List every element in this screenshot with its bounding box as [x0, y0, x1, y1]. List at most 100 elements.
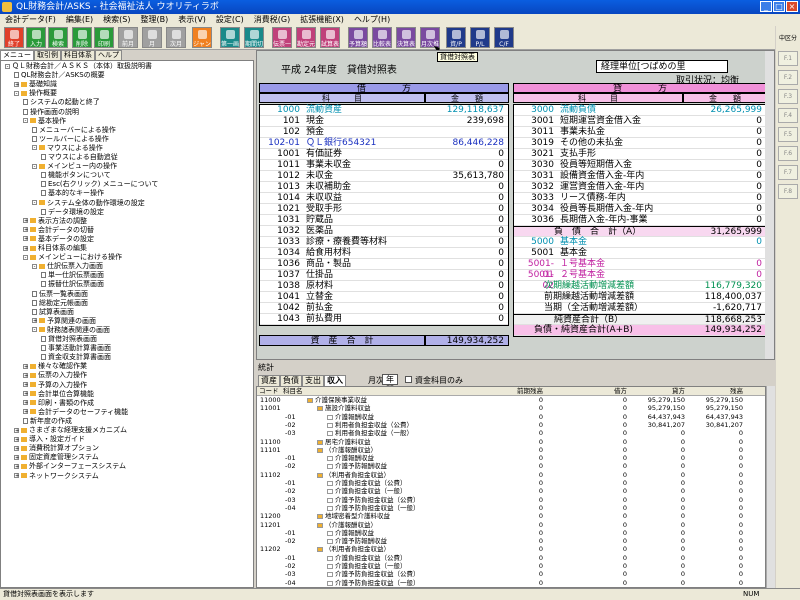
close-button[interactable]: × [786, 1, 798, 12]
toolbar-button-18[interactable]: 資/P [446, 27, 466, 48]
right-panel-button-7[interactable]: F.7 [778, 165, 798, 180]
tree-node[interactable]: 試算表画面 [32, 308, 74, 316]
menu-item-7[interactable]: 拡張機能(X) [295, 14, 349, 26]
account-row[interactable]: 101 現金 239,698 [260, 116, 508, 127]
toolbar-button-13[interactable]: 試算表 [320, 27, 340, 48]
expand-icon[interactable]: + [14, 463, 19, 469]
account-row[interactable]: 1033 診療・療養費等材料 0 [260, 237, 508, 248]
expand-icon[interactable]: + [14, 436, 19, 442]
account-row[interactable]: 3030 役員等短期借入金 0 [514, 160, 766, 171]
collapse-icon[interactable]: - [32, 145, 37, 151]
account-row[interactable]: 5000 基本金 0 [514, 237, 766, 248]
account-row[interactable]: 102-01 ＱＬ銀行654321 86,446,228 [260, 138, 508, 149]
expand-icon[interactable]: + [23, 245, 28, 251]
grid-row[interactable]: 11101 （介護報酬収益） 0 0 0 0 [257, 447, 765, 454]
account-row[interactable]: 3011 事業未払金 0 [514, 127, 766, 138]
tree-node[interactable]: - マウスによる操作 [32, 144, 103, 152]
grid-row[interactable]: -03 介護予防負担金収益（公費） 0 0 0 0 [257, 571, 765, 578]
account-row[interactable]: 3032 運営資金借入金-年内 0 [514, 182, 766, 193]
grid-row[interactable]: 11202 （利用者負担金収益） 0 0 0 0 [257, 546, 765, 553]
tree-node[interactable]: 資金収支計算書画面 [41, 353, 111, 361]
expand-icon[interactable]: + [23, 372, 28, 378]
tree-node[interactable]: + 表示方法の調整 [23, 217, 87, 225]
account-row[interactable]: 3034 役員等長期借入金-年内 0 [514, 204, 766, 215]
grid-row[interactable]: -01 介護報酬収益 0 0 0 0 [257, 530, 765, 537]
tree-node[interactable]: - 財務諸表関連の画面 [32, 326, 110, 334]
menu-item-8[interactable]: ヘルプ(H) [349, 14, 395, 26]
collapse-icon[interactable]: - [32, 200, 37, 206]
right-panel-button-8[interactable]: F.8 [778, 184, 798, 199]
tree-node[interactable]: + 印刷・書類の作成 [23, 399, 94, 407]
tree-node[interactable]: - 操作概要 [14, 89, 57, 97]
tree-node[interactable]: 事業活動計算書画面 [41, 344, 111, 352]
account-row[interactable]: 1013 未収補助金 0 [260, 182, 508, 193]
toolbar-button-1[interactable]: 入力 [26, 27, 46, 48]
account-row[interactable]: 次期繰越活動増減差額 116,779,320 [514, 281, 766, 292]
account-row[interactable]: 1000 流動資産 129,118,637 [260, 105, 508, 116]
account-row[interactable]: 当期（全活動増減差額） -1,620,717 [514, 303, 766, 314]
right-panel-button-2[interactable]: F.2 [778, 70, 798, 85]
right-panel-button-0[interactable]: 中区分 [778, 32, 798, 47]
expand-icon[interactable]: + [32, 318, 37, 324]
tree-node[interactable]: 総勘定元帳画面 [32, 299, 88, 307]
account-row[interactable]: 1014 未収収益 0 [260, 193, 508, 204]
expand-icon[interactable]: + [23, 391, 28, 397]
tree-node[interactable]: システムの起動と終了 [23, 98, 100, 106]
grid-col-header-0[interactable]: コード [259, 387, 279, 396]
report-scrollbar[interactable] [765, 51, 774, 359]
account-row[interactable]: 5001-02 ２号基本金 0 [514, 270, 766, 291]
grid-scrollbar[interactable] [766, 386, 775, 588]
grid-row[interactable]: 11001 施設介護料収益 0 0 95,279,150 95,279,150 [257, 405, 765, 412]
account-row[interactable]: 3033 リース債務-年内 0 [514, 193, 766, 204]
tree-node[interactable]: + 様々な確認作業 [23, 362, 87, 370]
menu-item-4[interactable]: 表示(V) [173, 14, 211, 26]
left-tab-3[interactable]: ヘルプ [95, 50, 122, 60]
grid-row[interactable]: -02 介護負担金収益（一般） 0 0 0 0 [257, 488, 765, 495]
toolbar-button-11[interactable]: 伝票一覧 [272, 27, 292, 48]
expand-icon[interactable]: + [14, 81, 19, 87]
expand-icon[interactable]: + [23, 236, 28, 242]
grid-row[interactable]: 11200 地域密着型介護料収益 0 0 0 0 [257, 513, 765, 520]
account-row[interactable]: 前期繰越活動増減差額 118,400,037 [514, 292, 766, 303]
right-panel-button-1[interactable]: F.1 [778, 51, 798, 66]
tree-node[interactable]: - メインビュー内の操作 [32, 162, 117, 170]
toolbar-button-5[interactable]: 前月 [118, 27, 138, 48]
grid-row[interactable]: 11100 居宅介護料収益 0 0 0 0 [257, 438, 765, 446]
tree-node[interactable]: 伝票一覧表画面 [32, 290, 88, 298]
tree-node[interactable]: + 固定資産管理システム [14, 453, 99, 461]
toolbar-button-9[interactable]: 第一画面 [220, 27, 240, 48]
tree-node[interactable]: + 予算関連の画面 [32, 317, 96, 325]
account-row[interactable]: 1001 有価証券 0 [260, 149, 508, 160]
account-row[interactable]: 3036 長期借入金-年内-事業 0 [514, 215, 766, 226]
grid-row[interactable]: -01 介護負担金収益（公費） 0 0 0 0 [257, 555, 765, 562]
account-row[interactable]: 1037 仕掛品 0 [260, 270, 508, 281]
month-select[interactable]: 年間 [382, 374, 398, 394]
tree-node[interactable]: + 科目体系の編集 [23, 244, 87, 252]
grid-col-header-5[interactable]: 残高 [730, 387, 743, 396]
toolbar-button-4[interactable]: 印刷 [94, 27, 114, 48]
expand-icon[interactable]: + [23, 363, 28, 369]
tree-node[interactable]: 新年度の作成 [23, 417, 72, 425]
tree-node[interactable]: 単一仕訳伝票画面 [41, 271, 104, 279]
grid-row[interactable]: -04 介護予防負担金収益（一般） 0 0 0 0 [257, 579, 765, 587]
toolbar-button-19[interactable]: P/L [470, 27, 490, 48]
toolbar-button-3[interactable]: 削除 [72, 27, 92, 48]
tree-node[interactable]: + ネットワークシステム [14, 472, 99, 480]
collapse-icon[interactable]: - [32, 263, 37, 269]
tree-node[interactable]: 機能ボタンについて [41, 171, 111, 179]
grid-row[interactable]: -02 利用者負担金収益（公費） 0 0 30,841,207 30,841,207 [257, 422, 765, 429]
tree-node[interactable]: 操作画面の説明 [23, 108, 79, 116]
grid-row[interactable]: -01 介護負担金収益（公費） 0 0 0 0 [257, 480, 765, 487]
tree-node[interactable]: + 伝票の入力操作 [23, 371, 87, 379]
grid-row[interactable]: -01 介護報酬収益 0 0 0 0 [257, 455, 765, 462]
toolbar-button-0[interactable]: 終了 [4, 27, 24, 48]
account-row[interactable]: 3021 支払手形 0 [514, 149, 766, 160]
tree-node[interactable]: 貸借対照表画面 [41, 335, 97, 343]
account-row[interactable]: 1031 貯蔵品 0 [260, 215, 508, 226]
grid-col-header-1[interactable]: 科目名 [283, 387, 303, 396]
grid-row[interactable]: -03 利用者負担金収益（一般） 0 0 0 0 [257, 430, 765, 437]
expand-icon[interactable]: + [23, 382, 28, 388]
toolbar-button-7[interactable]: 次月 [166, 27, 186, 48]
grid-row[interactable]: -02 介護予防報酬収益 0 0 0 0 [257, 538, 765, 545]
account-row[interactable]: 3019 その他の未払金 0 [514, 138, 766, 149]
